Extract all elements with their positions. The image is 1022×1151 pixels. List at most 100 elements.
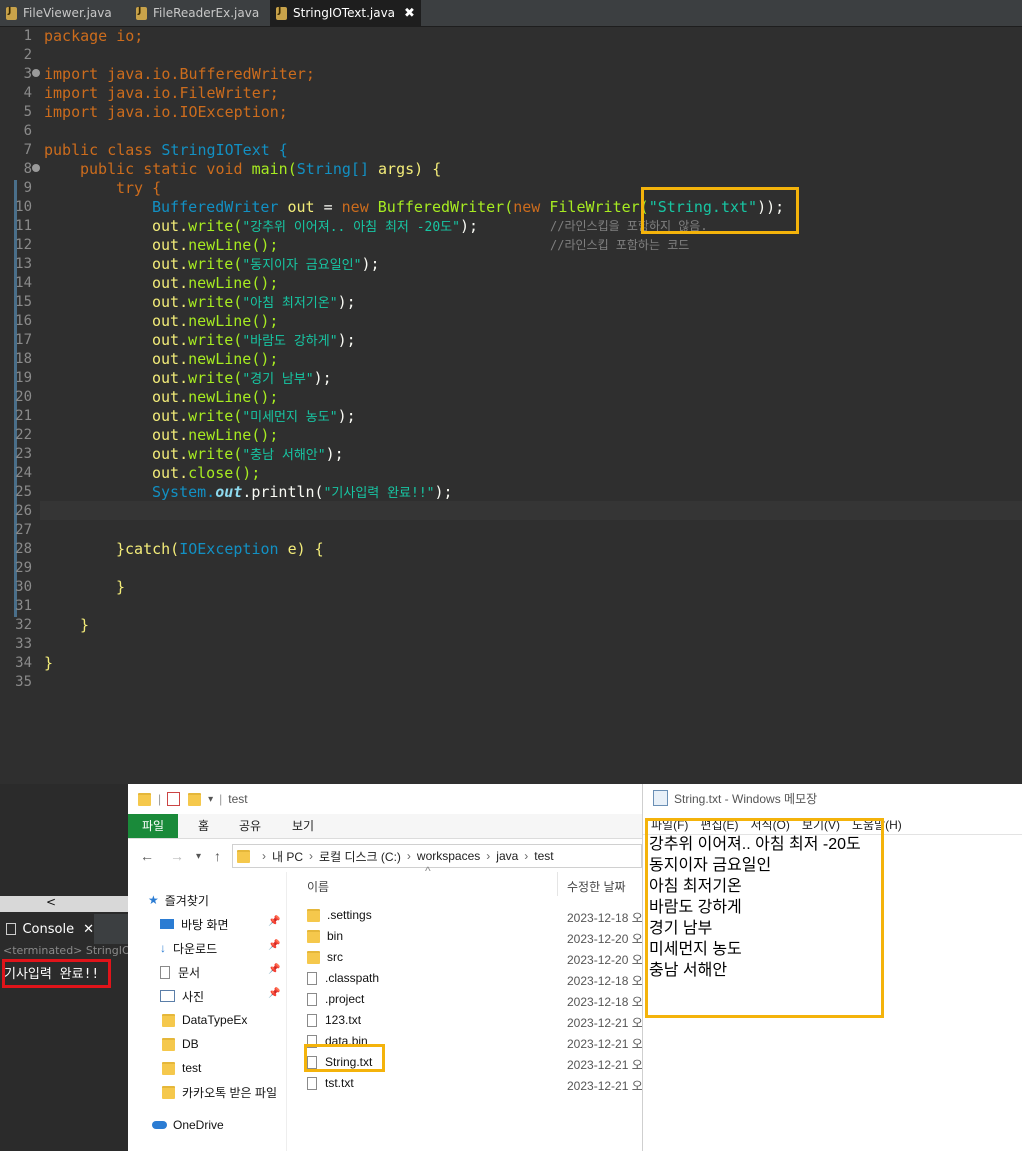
file-row[interactable]: 123.txt bbox=[307, 1010, 361, 1030]
line-number: 10 bbox=[15, 199, 32, 215]
download-icon: ↓ bbox=[160, 941, 166, 955]
column-header-date[interactable]: 수정한 날짜 bbox=[567, 878, 626, 895]
file-row[interactable]: .project bbox=[307, 989, 364, 1009]
close-icon[interactable]: ✖ bbox=[404, 6, 415, 21]
folder-icon bbox=[307, 929, 320, 943]
code-line: out.write("강추위 이어져.. 아침 최저 -20도"); bbox=[152, 217, 479, 235]
pin-icon[interactable]: 📌 bbox=[268, 916, 280, 927]
up-icon[interactable]: ↑ bbox=[214, 848, 221, 864]
code-line: public class StringIOText { bbox=[44, 141, 288, 159]
line-number: 17 bbox=[15, 332, 32, 348]
file-row[interactable]: src bbox=[307, 947, 343, 967]
nav-item-onedrive[interactable]: OneDrive bbox=[152, 1114, 224, 1136]
line-number: 26 bbox=[15, 503, 32, 519]
nav-item-pictures[interactable]: 사진 bbox=[160, 985, 204, 1007]
tab-fileviewer[interactable]: FileViewer.java bbox=[6, 0, 112, 26]
horizontal-scrollbar[interactable]: < bbox=[0, 895, 128, 912]
notepad-title: String.txt - Windows 메모장 bbox=[674, 791, 818, 806]
nav-item-datatypeex[interactable]: DataTypeEx bbox=[162, 1009, 247, 1031]
line-number: 14 bbox=[15, 275, 32, 291]
breadcrumb-item[interactable]: 내 PC bbox=[272, 848, 303, 865]
file-icon bbox=[307, 992, 317, 1006]
folder-icon bbox=[162, 1037, 175, 1051]
ribbon-tab-view[interactable]: 보기 bbox=[292, 814, 314, 838]
pin-icon[interactable]: 📌 bbox=[268, 940, 280, 951]
line-number: 12 bbox=[15, 237, 32, 253]
breadcrumb-item[interactable]: 로컬 디스크 (C:) bbox=[319, 848, 401, 865]
tab-stringiotext[interactable]: StringIOText.java ✖ bbox=[270, 0, 421, 26]
file-row[interactable]: .classpath bbox=[307, 968, 379, 988]
notepad-icon bbox=[653, 790, 668, 806]
tab-filereaderex[interactable]: FileReaderEx.java bbox=[136, 0, 259, 26]
column-header-name[interactable]: 이름 bbox=[307, 878, 329, 895]
pin-icon[interactable]: 📌 bbox=[268, 964, 280, 975]
line-number: 23 bbox=[15, 446, 32, 462]
folder-icon bbox=[138, 792, 151, 806]
scroll-left-icon[interactable]: < bbox=[46, 895, 56, 909]
address-bar[interactable]: › 내 PC › 로컬 디스크 (C:) › workspaces › java… bbox=[232, 844, 642, 868]
file-date: 2023-12-18 오 bbox=[567, 974, 643, 988]
address-bar-row: ← → ▾ ↑ › 내 PC › 로컬 디스크 (C:) › workspace… bbox=[128, 842, 642, 872]
code-line: out.close(); bbox=[152, 464, 261, 482]
console-tab-label: Console bbox=[22, 921, 75, 937]
fold-toggle-icon[interactable] bbox=[32, 69, 40, 77]
document-icon bbox=[160, 965, 170, 979]
tab-label: FileViewer.java bbox=[23, 6, 112, 20]
explorer-title: test bbox=[228, 792, 248, 806]
ribbon-tab-home[interactable]: 홈 bbox=[198, 814, 209, 838]
nav-item-desktop[interactable]: 바탕 화면 bbox=[160, 913, 229, 935]
line-number: 13 bbox=[15, 256, 32, 272]
desktop-icon bbox=[160, 919, 174, 929]
file-row[interactable]: bin bbox=[307, 926, 343, 946]
code-line: out.newLine(); bbox=[152, 388, 279, 406]
code-line: try { bbox=[116, 179, 162, 197]
java-file-icon bbox=[136, 6, 147, 20]
close-icon[interactable]: ✕ bbox=[83, 922, 94, 937]
line-number: 6 bbox=[23, 123, 32, 139]
breadcrumb-item[interactable]: test bbox=[534, 849, 553, 863]
code-line: out.write("아침 최저기온"); bbox=[152, 293, 356, 311]
new-folder-icon[interactable] bbox=[188, 792, 202, 806]
folder-icon bbox=[162, 1061, 175, 1075]
code-line: out.write("미세먼지 농도"); bbox=[152, 407, 356, 425]
line-number: 33 bbox=[15, 636, 32, 652]
pin-icon[interactable]: 📌 bbox=[268, 988, 280, 999]
breadcrumb-item[interactable]: workspaces bbox=[417, 849, 480, 863]
properties-icon[interactable] bbox=[167, 792, 181, 806]
file-icon bbox=[307, 971, 317, 985]
ribbon-tab-share[interactable]: 공유 bbox=[239, 814, 261, 838]
nav-item-documents[interactable]: 문서 bbox=[160, 961, 200, 983]
code-line: out.newLine(); bbox=[152, 312, 279, 330]
nav-item-db[interactable]: DB bbox=[162, 1033, 199, 1055]
code-editor[interactable]: 1 2 3 4 5 6 7 8 9 10 11 12 13 14 15 16 17 18 19 20 21 22 23 24 2… bbox=[0, 27, 1022, 784]
code-line: import java.io.BufferedWriter; bbox=[44, 65, 315, 83]
nav-item-test[interactable]: test bbox=[162, 1057, 201, 1079]
code-line: out.newLine(); bbox=[152, 274, 279, 292]
recent-dropdown-icon[interactable]: ▾ bbox=[196, 851, 201, 862]
code-line: package io; bbox=[44, 27, 144, 45]
tab-console[interactable]: Console ✕ bbox=[0, 914, 94, 944]
line-number: 2 bbox=[23, 47, 32, 63]
nav-item-kakaotalk-files[interactable]: 카카오톡 받은 파일 bbox=[162, 1081, 277, 1103]
notepad-title-bar: String.txt - Windows 메모장 bbox=[643, 784, 1022, 812]
forward-icon[interactable]: → bbox=[170, 848, 184, 864]
fold-toggle-icon[interactable] bbox=[32, 164, 40, 172]
nav-item-downloads[interactable]: ↓ 다운로드 bbox=[160, 937, 217, 959]
folder-icon bbox=[162, 1013, 175, 1027]
ribbon-tab-file[interactable]: 파일 bbox=[128, 814, 179, 838]
breadcrumb-item[interactable]: java bbox=[496, 849, 518, 863]
java-file-icon bbox=[6, 6, 17, 20]
folder-icon bbox=[307, 950, 320, 964]
console-status: <terminated> StringIOT bbox=[3, 944, 138, 957]
file-row[interactable]: tst.txt bbox=[307, 1073, 354, 1093]
file-row[interactable]: .settings bbox=[307, 905, 372, 925]
line-number: 21 bbox=[15, 408, 32, 424]
line-number: 29 bbox=[15, 560, 32, 576]
editor-tab-bar: FileViewer.java FileReaderEx.java String… bbox=[0, 0, 1022, 27]
nav-item-favorites[interactable]: ★ 즐겨찾기 bbox=[148, 889, 209, 911]
line-number: 5 bbox=[23, 104, 32, 120]
back-icon[interactable]: ← bbox=[140, 848, 154, 864]
file-highlight-box bbox=[304, 1044, 385, 1072]
java-file-icon bbox=[276, 6, 287, 20]
quick-access-dropdown-icon[interactable]: ▾ bbox=[208, 794, 213, 805]
